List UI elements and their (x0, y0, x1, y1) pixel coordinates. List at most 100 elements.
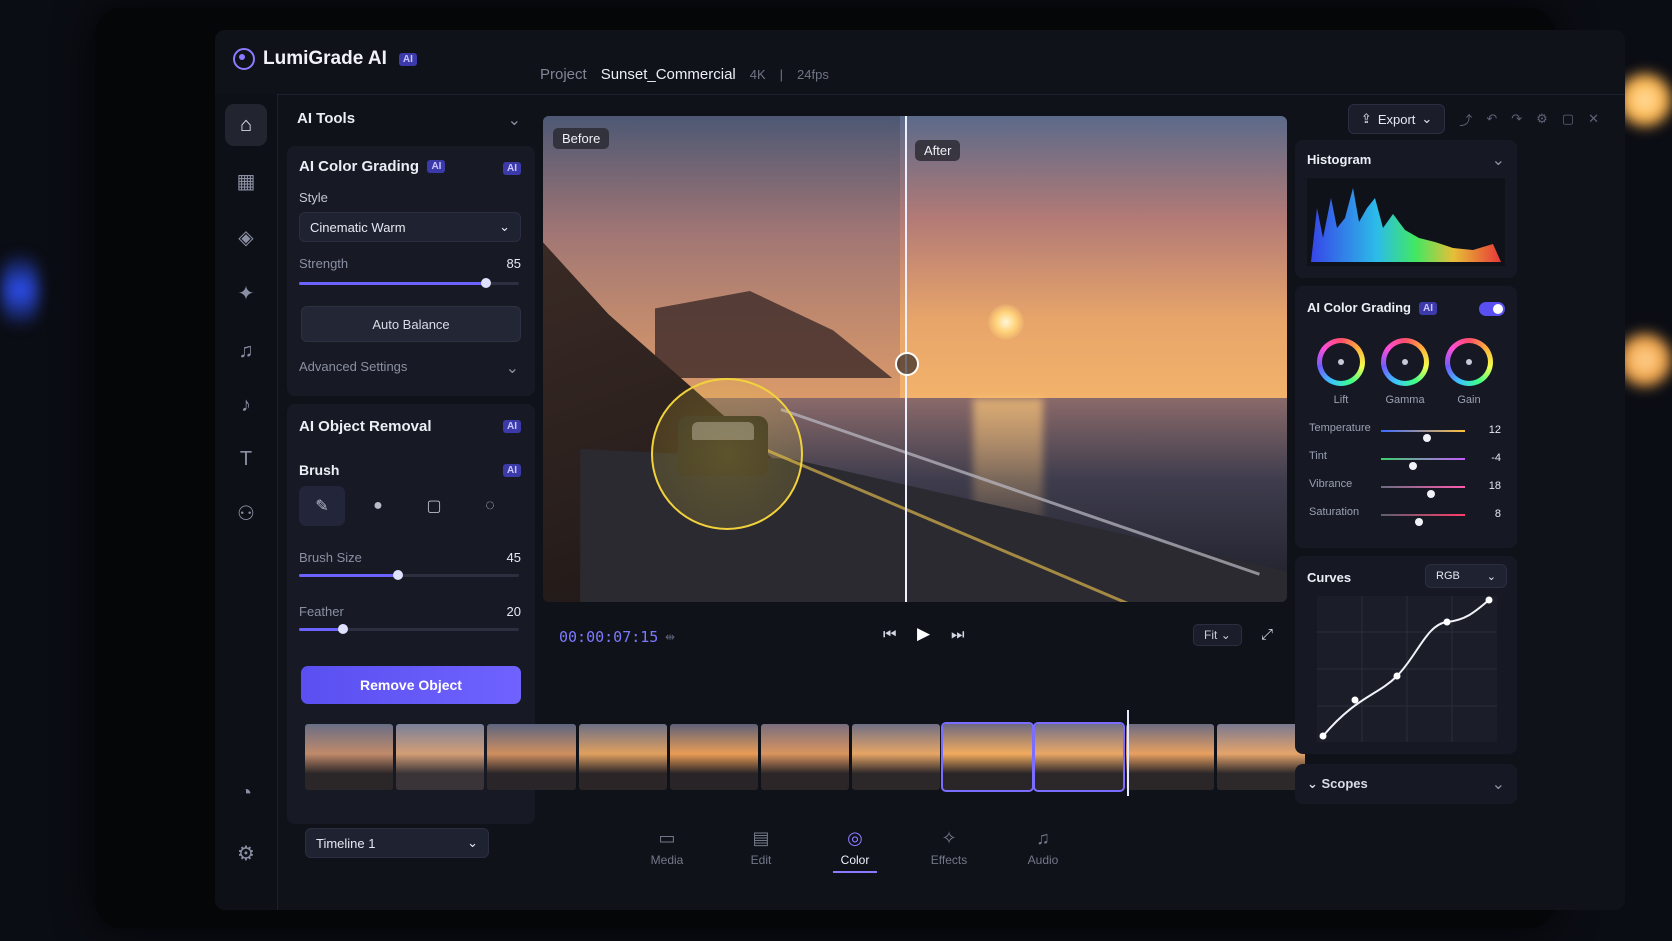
transport-bar: 00:00:07:15 ⇹ ⏮ ▶ ⏭ Fit ⌄ ⤢ (543, 608, 1287, 658)
saturation-slider[interactable] (1381, 514, 1465, 526)
brush-tools: ✎ ● ▢ ◌ (299, 486, 513, 526)
play-icon[interactable]: ▶ (917, 624, 930, 644)
export-button[interactable]: ⇪ Export ⌄ (1347, 104, 1446, 134)
split-handle[interactable] (895, 352, 919, 376)
export-label: Export (1377, 111, 1416, 127)
window-icon[interactable]: ▢ (1562, 111, 1574, 127)
timeline-clip[interactable] (487, 724, 576, 790)
timeline-playhead[interactable] (1127, 710, 1129, 796)
tab-edit[interactable]: ▤ Edit (721, 828, 801, 867)
color-grading-toggle[interactable] (1479, 302, 1505, 316)
temperature-knob[interactable] (1423, 434, 1432, 442)
gain-wheel[interactable] (1445, 338, 1493, 386)
tab-audio[interactable]: ♫ Audio (1003, 828, 1083, 867)
video-viewer[interactable]: Before After (543, 116, 1287, 602)
timeline-strip[interactable] (281, 666, 1306, 816)
lift-wheel[interactable] (1317, 338, 1365, 386)
feather-slider[interactable] (299, 624, 519, 634)
timeline-clip[interactable] (305, 724, 394, 790)
undo-icon[interactable]: ↶ (1486, 111, 1497, 127)
tint-slider[interactable] (1381, 458, 1465, 470)
brush-size-slider-knob[interactable] (393, 570, 403, 580)
vibrance-slider[interactable] (1381, 486, 1465, 498)
share-icon[interactable]: ⤴ (1459, 110, 1472, 129)
person-icon[interactable]: ⚇ (225, 492, 267, 534)
timeline-clip-selected[interactable] (1032, 722, 1125, 792)
tab-effects[interactable]: ✧ Effects (909, 828, 989, 867)
project-name[interactable]: Sunset_Commercial (601, 66, 736, 83)
tab-media[interactable]: ▭ Media (627, 828, 707, 867)
feather-value: 20 (506, 604, 521, 619)
timeline-clip[interactable] (669, 724, 758, 790)
settings-icon[interactable]: ⚙ (1536, 111, 1548, 127)
strength-slider[interactable] (299, 278, 519, 288)
timeline-clip[interactable] (396, 724, 485, 790)
skip-back-icon[interactable]: ⏮ (883, 626, 897, 643)
saturation-label: Saturation (1309, 506, 1360, 518)
ai-tools-header[interactable]: AI Tools ⌄ (287, 100, 535, 140)
timeline-clip-selected[interactable] (941, 722, 1034, 792)
curve-point[interactable] (1393, 672, 1401, 680)
fit-select[interactable]: Fit ⌄ (1193, 624, 1242, 646)
app-window: LumiGrade AI AI Project Sunset_Commercia… (215, 30, 1625, 910)
music-note-icon[interactable]: ♫ (225, 330, 267, 372)
scopes-card[interactable]: ⌄ Scopes ⌄ (1295, 764, 1517, 804)
film-icon[interactable]: ▦ (225, 160, 267, 202)
curve-point[interactable] (1351, 696, 1359, 704)
fullscreen-icon[interactable]: ⤢ (1261, 626, 1273, 643)
chevron-down-icon[interactable]: ⌄ (1492, 150, 1505, 170)
close-icon[interactable]: ✕ (1588, 111, 1599, 127)
home-icon[interactable]: ⌂ (225, 104, 267, 146)
timeline-clip[interactable] (852, 724, 941, 790)
curves-graph[interactable] (1317, 596, 1497, 742)
text-icon[interactable]: T (225, 438, 267, 480)
project-fps: 24fps (797, 67, 829, 82)
skip-forward-icon[interactable]: ⏭ (951, 626, 965, 643)
brush-circle-icon[interactable]: ● (355, 486, 401, 526)
timeline-clip[interactable] (760, 724, 850, 790)
project-label: Project (540, 66, 587, 83)
saturation-value: 8 (1494, 508, 1501, 520)
lift-wheel-handle[interactable] (1338, 359, 1344, 365)
cube-icon[interactable]: ◈ (225, 216, 267, 258)
curves-channel-select[interactable]: RGB ⌄ (1425, 564, 1507, 588)
redo-icon[interactable]: ↷ (1511, 111, 1522, 127)
left-nav: ⌂ ▦ ◈ ✦ ♫ ♪ T ⚇ ◔ ⚙ (215, 94, 278, 910)
scopes-title: Scopes (1321, 776, 1368, 791)
feather-slider-knob[interactable] (338, 624, 348, 634)
vibrance-knob[interactable] (1427, 490, 1436, 498)
gamma-wheel[interactable] (1381, 338, 1429, 386)
strength-slider-knob[interactable] (481, 278, 491, 288)
brush-rectangle-icon[interactable]: ▢ (411, 486, 457, 526)
tab-color[interactable]: ◎ Color (815, 828, 895, 873)
brush-size-slider[interactable] (299, 570, 519, 580)
object-mask-selection[interactable] (651, 378, 803, 530)
curve-point[interactable] (1485, 596, 1493, 604)
gain-wheel-handle[interactable] (1466, 359, 1472, 365)
curve-point[interactable] (1319, 732, 1327, 740)
curve-point[interactable] (1443, 618, 1451, 626)
tint-knob[interactable] (1408, 462, 1417, 470)
brush-pen-icon[interactable]: ✎ (299, 486, 345, 526)
advanced-settings-toggle[interactable]: Advanced Settings ⌄ (299, 358, 521, 377)
user-icon[interactable]: ◔ (225, 772, 267, 814)
scopes-toggle[interactable]: ⌄ Scopes (1307, 776, 1368, 792)
style-select[interactable]: Cinematic Warm ⌄ (299, 212, 521, 242)
inspector-color-grading-title: AI Color Grading (1307, 300, 1411, 315)
timeline-clip[interactable] (1125, 724, 1214, 790)
marker-icon[interactable]: ⇹ (665, 630, 675, 644)
curves-card: Curves RGB ⌄ (1295, 556, 1517, 754)
audio-note-icon[interactable]: ♪ (225, 384, 267, 426)
gear-icon[interactable]: ⚙ (225, 832, 267, 874)
temperature-value: 12 (1488, 424, 1501, 436)
timeline-clip[interactable] (578, 724, 667, 790)
saturation-knob[interactable] (1414, 518, 1423, 526)
brush-lasso-icon[interactable]: ◌ (467, 486, 513, 526)
timeline-clip[interactable] (1216, 724, 1306, 790)
magic-wand-icon[interactable]: ✦ (225, 272, 267, 314)
feather-slider-fill (299, 628, 343, 631)
auto-balance-button[interactable]: Auto Balance (301, 306, 521, 342)
gamma-wheel-handle[interactable] (1402, 359, 1408, 365)
color-grading-card: AI Color Grading AI AI Style Cinematic W… (287, 146, 535, 396)
temperature-slider[interactable] (1381, 430, 1465, 442)
